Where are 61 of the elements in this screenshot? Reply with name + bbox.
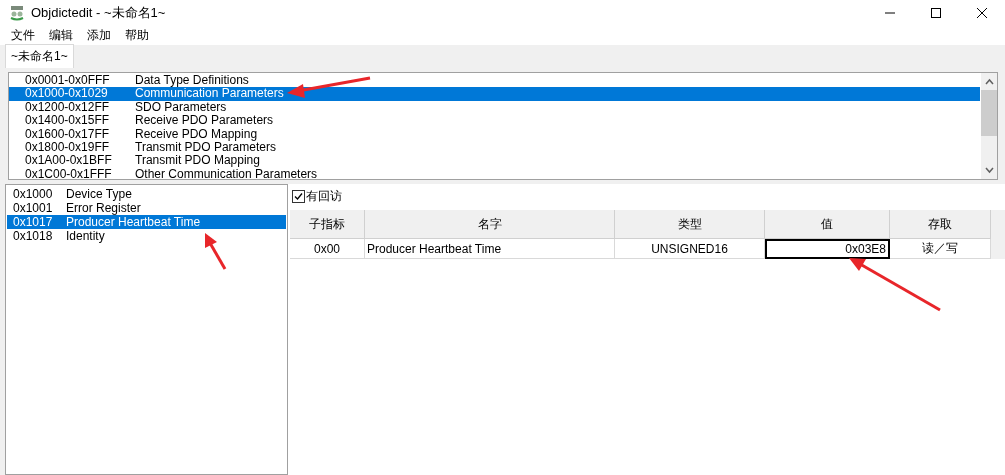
list-row[interactable]: 0x1200-0x12FF SDO Parameters	[9, 100, 980, 115]
column-header[interactable]: 名字	[365, 210, 615, 239]
index-range: 0x1800-0x19FF	[24, 140, 111, 155]
table-cell: UNSIGNED16	[615, 239, 765, 259]
entry-name: Error Register	[66, 201, 141, 215]
checkbox[interactable]	[292, 189, 305, 203]
entry-name: Identity	[66, 229, 105, 243]
list-row[interactable]: 0x1000 Device Type	[7, 187, 286, 201]
table-cell: Producer Heartbeat Time	[365, 239, 615, 259]
entry-index: 0x1018	[13, 229, 54, 243]
scrollbar[interactable]	[980, 73, 997, 179]
entry-name: Producer Heartbeat Time	[66, 215, 201, 229]
maximize-icon[interactable]	[931, 7, 941, 18]
index-range: 0x1400-0x15FF	[24, 114, 111, 128]
index-range: 0x1600-0x17FF	[24, 127, 111, 141]
annotation-arrow	[205, 233, 227, 270]
list-row[interactable]: 0x1018 Identity	[7, 229, 286, 243]
checkbox-label: 有回访	[306, 187, 342, 205]
column-header[interactable]: 子指标	[290, 210, 365, 239]
section-name: Data Type Definitions	[135, 74, 249, 88]
table-gutter	[991, 210, 1005, 259]
index-range: 0x0001-0x0FFF	[24, 74, 111, 88]
scroll-thumb[interactable]	[981, 90, 997, 136]
section-name: Receive PDO Parameters	[135, 114, 274, 128]
index-range: 0x1C00-0x1FFF	[24, 167, 113, 179]
value-input[interactable]: 0x03E8	[765, 239, 890, 259]
list-row[interactable]: 0x0001-0x0FFF Data Type Definitions	[9, 74, 980, 88]
entry-index: 0x1017	[13, 215, 54, 229]
list-row[interactable]: 0x1A00-0x1BFF Transmit PDO Mapping	[9, 154, 980, 168]
table-cell: 读／写	[890, 239, 991, 259]
list-row[interactable]: 0x1001 Error Register	[7, 201, 286, 215]
close-icon[interactable]	[977, 7, 987, 18]
menu-item[interactable]: 帮助	[118, 26, 156, 44]
section-name: SDO Parameters	[135, 100, 227, 115]
entry-index: 0x1001	[13, 201, 54, 215]
entry-index: 0x1000	[13, 187, 54, 201]
menu-item[interactable]: 编辑	[42, 26, 80, 44]
list-row[interactable]: 0x1600-0x17FF Receive PDO Mapping	[9, 127, 980, 141]
app-icon	[9, 4, 25, 21]
list-row[interactable]: 0x1C00-0x1FFF Other Communication Parameters	[9, 167, 980, 179]
index-range: 0x1200-0x12FF	[24, 100, 111, 115]
menu-item[interactable]: 文件	[4, 26, 42, 44]
section-name: Communication Parameters	[135, 87, 284, 101]
menu-item[interactable]: 添加	[80, 26, 118, 44]
section-name: Transmit PDO Parameters	[135, 140, 276, 155]
list-row[interactable]: 0x1000-0x1029 Communication Parameters	[9, 87, 980, 101]
tab[interactable]: ~未命名1~	[5, 44, 74, 68]
column-header[interactable]: 值	[765, 210, 890, 239]
index-range: 0x1A00-0x1BFF	[24, 154, 113, 168]
section-name: Other Communication Parameters	[135, 167, 318, 179]
section-name: Transmit PDO Mapping	[135, 154, 260, 168]
list-row[interactable]: 0x1800-0x19FF Transmit PDO Parameters	[9, 140, 980, 155]
entry-name: Device Type	[66, 187, 132, 201]
window-title: Objdictedit - ~未命名1~	[31, 3, 166, 22]
column-header[interactable]: 存取	[890, 210, 991, 239]
list-row[interactable]: 0x1017 Producer Heartbeat Time	[7, 215, 286, 229]
section-name: Receive PDO Mapping	[135, 127, 258, 141]
list-row[interactable]: 0x1400-0x15FF Receive PDO Parameters	[9, 114, 980, 128]
table-cell: 0x00	[290, 239, 365, 259]
column-header[interactable]: 类型	[615, 210, 765, 239]
index-range: 0x1000-0x1029	[24, 87, 109, 101]
